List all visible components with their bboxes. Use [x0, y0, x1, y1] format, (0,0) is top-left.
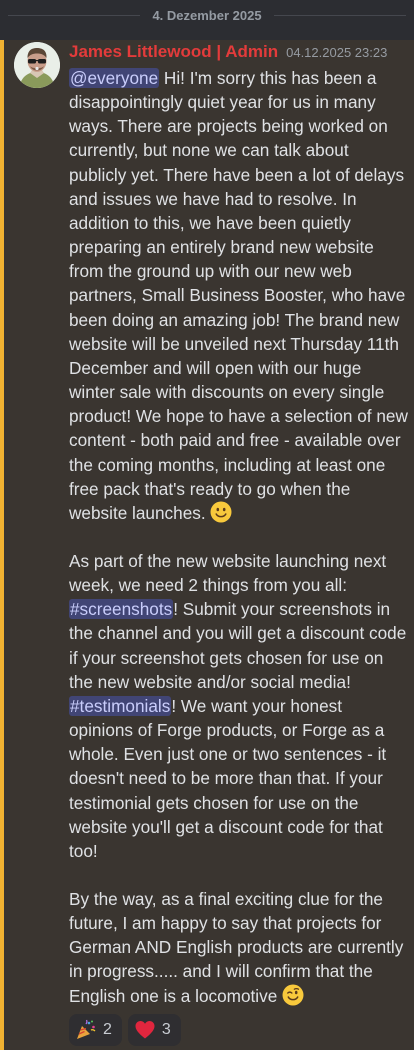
message: James Littlewood | Admin 04.12.2025 23:2… — [0, 40, 414, 1050]
divider-line-left — [8, 14, 141, 16]
reaction-red-heart[interactable]: 3 — [127, 1014, 181, 1046]
red-heart-icon — [135, 1021, 155, 1039]
winking-face-icon — [282, 984, 304, 1006]
paragraph-1-text: Hi! I'm sorry this has been a disappoint… — [69, 68, 408, 523]
avatar[interactable] — [14, 42, 60, 88]
paragraph-2: As part of the new website launching nex… — [69, 549, 409, 863]
reaction-count: 2 — [103, 1021, 112, 1038]
author-name[interactable]: James Littlewood | Admin — [69, 42, 278, 62]
paragraph-3-text: By the way, as a final exciting clue for… — [69, 889, 404, 1006]
divider-line-right — [273, 14, 406, 16]
paragraph-2-text-2: ! We want your honest opinions of Forge … — [69, 695, 387, 861]
date-divider-label: 4. Dezember 2025 — [152, 7, 262, 23]
message-content: @everyone Hi! I'm sorry this has been a … — [69, 66, 409, 1008]
timestamp: 04.12.2025 23:23 — [286, 45, 388, 60]
slightly-smiling-face-icon — [210, 501, 232, 523]
everyone-mention[interactable]: @everyone — [69, 68, 160, 88]
date-divider: 4. Dezember 2025 — [0, 0, 414, 30]
reaction-party-popper[interactable]: 2 — [69, 1014, 122, 1046]
paragraph-1: @everyone Hi! I'm sorry this has been a … — [69, 66, 409, 525]
channel-link-testimonials[interactable]: #testimonials — [69, 695, 172, 716]
avatar-image — [14, 42, 60, 88]
party-popper-icon — [77, 1019, 96, 1039]
reaction-count: 3 — [161, 1021, 171, 1038]
paragraph-2-intro: As part of the new website launching nex… — [69, 550, 387, 596]
paragraph-3: By the way, as a final exciting clue for… — [69, 887, 409, 1008]
channel-link-screenshots[interactable]: #screenshots — [69, 599, 174, 620]
reactions: 2 3 — [69, 1014, 181, 1046]
